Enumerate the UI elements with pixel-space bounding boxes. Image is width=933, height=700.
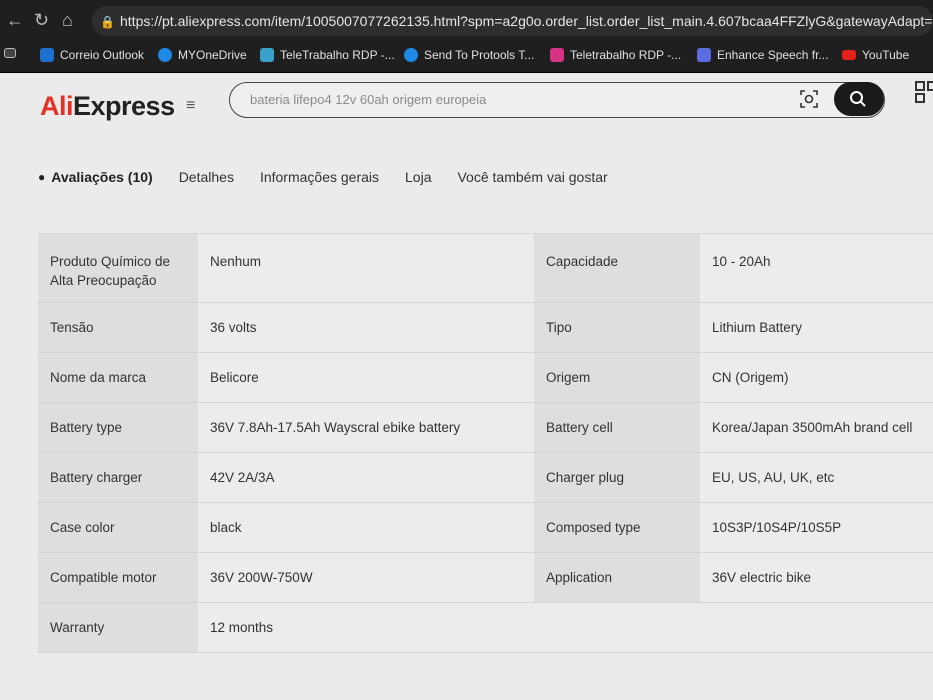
spec-key: Capacidade: [534, 234, 700, 302]
table-row: Tensão 36 volts Tipo Lithium Battery: [38, 303, 933, 353]
search-icon: [850, 91, 866, 107]
tab-reviews[interactable]: ● Avaliações (10): [38, 165, 153, 189]
youtube-icon: [842, 50, 856, 60]
bookmark-item[interactable]: MYOneDrive: [158, 48, 247, 62]
qr-code-icon[interactable]: [915, 81, 933, 103]
spec-key: Produto Químico de Alta Preocupação: [38, 234, 198, 302]
spec-key: Application: [534, 553, 700, 602]
reload-icon[interactable]: ↻: [34, 10, 49, 30]
bookmark-item[interactable]: TeleTrabalho RDP -...: [260, 48, 395, 62]
address-url: https://pt.aliexpress.com/item/100500707…: [120, 13, 933, 29]
table-row: Compatible motor 36V 200W-750W Applicati…: [38, 553, 933, 603]
location-pin-icon: ●: [38, 170, 46, 184]
spec-value: Korea/Japan 3500mAh brand cell: [700, 403, 933, 452]
aliexpress-logo[interactable]: AliExpress: [40, 91, 175, 122]
address-bar[interactable]: 🔒 https://pt.aliexpress.com/item/10050070…: [92, 6, 933, 36]
tab-details[interactable]: Detalhes: [179, 165, 234, 189]
spec-key: Battery type: [38, 403, 198, 452]
spec-key: [534, 603, 700, 652]
tab-you-may-like[interactable]: Você também vai gostar: [457, 165, 607, 189]
image-search-icon[interactable]: [800, 90, 818, 108]
spec-key: Tensão: [38, 303, 198, 352]
spec-key: Case color: [38, 503, 198, 552]
table-row: Battery type 36V 7.8Ah-17.5Ah Wayscral e…: [38, 403, 933, 453]
rdp-icon: [550, 48, 564, 62]
tab-general-info[interactable]: Informações gerais: [260, 165, 379, 189]
spec-key: Compatible motor: [38, 553, 198, 602]
spec-value: Belicore: [198, 353, 534, 402]
back-arrow-icon[interactable]: ←: [6, 10, 24, 30]
search-bar[interactable]: bateria lifepo4 12v 60ah origem europeia: [229, 82, 885, 118]
browser-toolbar: ← ↻ ⌂ 🔒 https://pt.aliexpress.com/item/10…: [0, 0, 933, 40]
table-row: Produto Químico de Alta Preocupação Nenh…: [38, 234, 933, 303]
specifications-table: Produto Químico de Alta Preocupação Nenh…: [38, 233, 933, 653]
enhance-speech-icon: [697, 48, 711, 62]
bookmark-item[interactable]: Send To Protools T...: [404, 48, 534, 62]
spec-value: 10S3P/10S4P/10S5P: [700, 503, 933, 552]
spec-value: black: [198, 503, 534, 552]
spec-key: Warranty: [38, 603, 198, 652]
bookmark-item[interactable]: Enhance Speech fr...: [697, 48, 828, 62]
spec-value: 42V 2A/3A: [198, 453, 534, 502]
spec-value: [700, 603, 933, 652]
spec-key: Nome da marca: [38, 353, 198, 402]
table-row: Battery charger 42V 2A/3A Charger plug E…: [38, 453, 933, 503]
page-content: AliExpress ≡ bateria lifepo4 12v 60ah or…: [0, 73, 933, 700]
spec-value: CN (Origem): [700, 353, 933, 402]
search-button[interactable]: [834, 82, 884, 116]
bookmark-item[interactable]: YouTube: [842, 48, 909, 62]
tab-store[interactable]: Loja: [405, 165, 431, 189]
spec-value: 36V 7.8Ah-17.5Ah Wayscral ebike battery: [198, 403, 534, 452]
bookmarks-menu-icon[interactable]: [4, 48, 22, 58]
cloud-icon: [404, 48, 418, 62]
spec-value: Lithium Battery: [700, 303, 933, 352]
spec-value: 36V 200W-750W: [198, 553, 534, 602]
spec-value: EU, US, AU, UK, etc: [700, 453, 933, 502]
spec-value: 36V electric bike: [700, 553, 933, 602]
bookmark-item[interactable]: Correio Outlook: [40, 48, 144, 62]
onedrive-icon: [158, 48, 172, 62]
spec-key: Origem: [534, 353, 700, 402]
hamburger-menu-icon[interactable]: ≡: [186, 97, 195, 115]
product-tabs: ● Avaliações (10) Detalhes Informações ge…: [38, 165, 634, 189]
spec-value: 10 - 20Ah: [700, 234, 933, 302]
spec-value: 12 months: [198, 603, 534, 652]
home-icon[interactable]: ⌂: [62, 10, 73, 30]
search-input[interactable]: bateria lifepo4 12v 60ah origem europeia: [250, 92, 486, 107]
spec-key: Composed type: [534, 503, 700, 552]
spec-key: Charger plug: [534, 453, 700, 502]
bookmark-item[interactable]: Teletrabalho RDP -...: [550, 48, 681, 62]
outlook-icon: [40, 48, 54, 62]
spec-key: Tipo: [534, 303, 700, 352]
table-row: Nome da marca Belicore Origem CN (Origem…: [38, 353, 933, 403]
spec-value: 36 volts: [198, 303, 534, 352]
table-row: Warranty 12 months: [38, 603, 933, 653]
spec-key: Battery charger: [38, 453, 198, 502]
spec-value: Nenhum: [198, 234, 534, 302]
table-row: Case color black Composed type 10S3P/10S…: [38, 503, 933, 553]
bookmarks-bar: Correio Outlook MYOneDrive TeleTrabalho …: [0, 40, 933, 73]
spec-key: Battery cell: [534, 403, 700, 452]
rdp-icon: [260, 48, 274, 62]
lock-icon: 🔒: [100, 15, 115, 29]
